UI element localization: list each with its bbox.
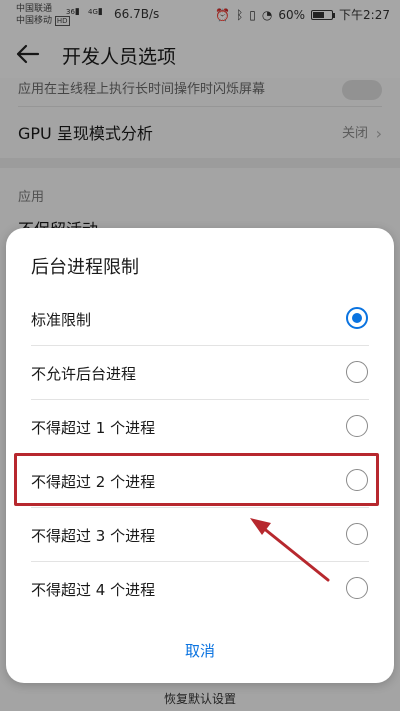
annotation-arrow-icon [250,518,330,582]
